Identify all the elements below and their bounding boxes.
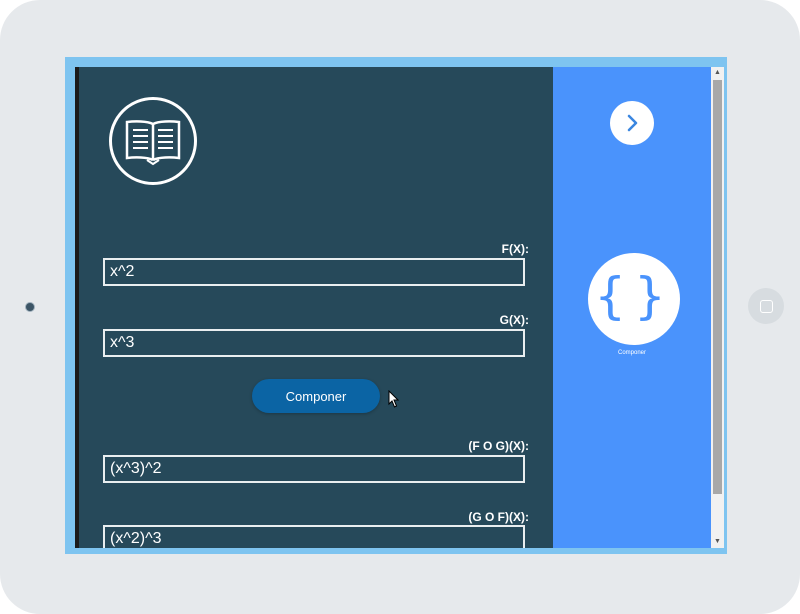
gx-label: G(X): [499, 313, 529, 327]
scrollbar[interactable]: ▲ ▼ [711, 67, 724, 548]
gof-label: (G O F)(X): [468, 510, 529, 524]
fx-label: F(X): [501, 242, 529, 256]
fx-input[interactable]: x^2 [103, 258, 525, 286]
braces-caption: Componer [617, 350, 646, 356]
mouse-cursor-icon [388, 390, 400, 408]
home-button[interactable] [748, 288, 784, 324]
scroll-down-arrow-icon[interactable]: ▼ [711, 536, 724, 548]
curly-braces-icon: {} [594, 267, 674, 325]
gof-output: (x^2)^3 [103, 525, 525, 548]
gx-input[interactable]: x^3 [103, 329, 525, 357]
square-icon [759, 299, 773, 313]
fog-output: (x^3)^2 [103, 455, 525, 483]
side-panel: {} Componer [553, 67, 711, 548]
chevron-right-icon [627, 114, 638, 132]
next-button[interactable] [610, 101, 654, 145]
scroll-thumb[interactable] [713, 80, 722, 494]
app-window: F(X): x^2 G(X): x^3 Componer (F O G)(X):… [75, 67, 724, 548]
compose-icon-button[interactable]: {} [588, 253, 680, 345]
tablet-frame: F(X): x^2 G(X): x^3 Componer (F O G)(X):… [0, 0, 800, 614]
camera-icon [25, 302, 35, 312]
compose-button[interactable]: Componer [252, 379, 380, 413]
open-book-icon [109, 97, 197, 185]
scroll-up-arrow-icon[interactable]: ▲ [711, 67, 724, 79]
main-panel: F(X): x^2 G(X): x^3 Componer (F O G)(X):… [79, 67, 553, 548]
fog-label: (F O G)(X): [468, 439, 529, 453]
